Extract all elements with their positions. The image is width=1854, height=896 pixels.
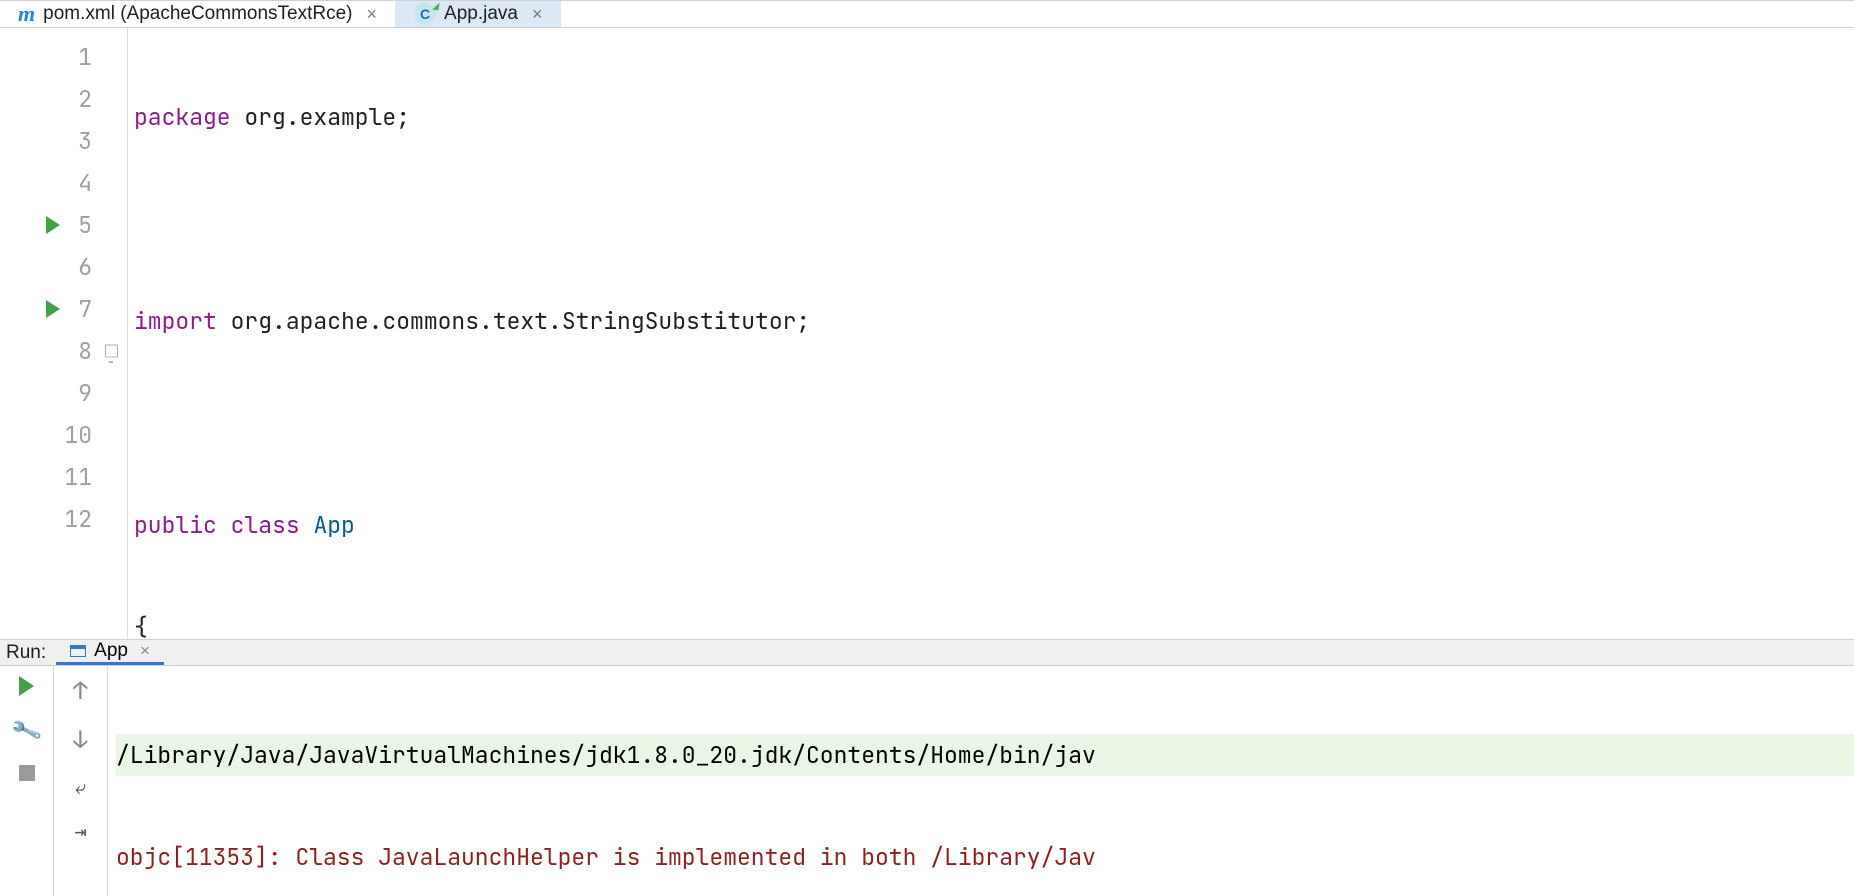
line-gutter: 1 2 3 4 5 6 7 8 9 10 11 12 (0, 28, 110, 639)
run-gutter-icon[interactable] (46, 300, 60, 318)
line-number: 8 (78, 330, 92, 372)
tab-label: App.java (444, 3, 518, 25)
tab-pom[interactable]: m pom.xml (ApacheCommonsTextRce) × (0, 1, 396, 27)
close-icon[interactable]: × (367, 4, 378, 25)
line-number: 6 (78, 246, 92, 288)
run-gutter-icon[interactable] (46, 216, 60, 234)
run-toolbar-secondary: ↑ ↓ ⤶ ⇥ (54, 666, 108, 896)
line-number: 10 (64, 414, 92, 456)
line-number: 4 (78, 162, 92, 204)
line-number: 1 (78, 36, 92, 78)
code-area[interactable]: package org.example; import org.apache.c… (128, 28, 1854, 639)
line-number: 9 (78, 372, 92, 414)
console-line: objc[11353]: Class JavaLaunchHelper is i… (116, 836, 1854, 878)
maven-icon: m (18, 1, 35, 27)
run-tab-app[interactable]: App × (56, 640, 164, 665)
line-number: 3 (78, 120, 92, 162)
line-number: 12 (64, 498, 92, 540)
console-line: /Library/Java/JavaVirtualMachines/jdk1.8… (116, 734, 1854, 776)
code-text: { (134, 612, 148, 639)
close-icon[interactable]: × (140, 641, 150, 661)
line-number: 7 (78, 288, 92, 330)
code-text: org.apache.commons.text.StringSubstituto… (217, 306, 810, 336)
keyword: class (231, 510, 300, 540)
run-tab-label: App (94, 640, 128, 662)
run-toolbar-primary: 🔧 (0, 666, 54, 896)
window-icon (70, 645, 86, 657)
editor-tabs: m pom.xml (ApacheCommonsTextRce) × C App… (0, 1, 1854, 28)
class-name: App (313, 510, 354, 540)
keyword: package (134, 102, 231, 132)
tab-app[interactable]: C App.java × (396, 1, 561, 27)
up-arrow-icon[interactable]: ↑ (73, 676, 87, 707)
line-number: 5 (78, 204, 92, 246)
run-tool-header: Run: App × (0, 639, 1854, 666)
fold-icon[interactable] (105, 345, 118, 358)
tab-label: pom.xml (ApacheCommonsTextRce) (43, 3, 352, 25)
line-number: 11 (64, 456, 92, 498)
line-number: 2 (78, 78, 92, 120)
rerun-icon[interactable] (19, 676, 34, 696)
java-class-icon: C (414, 3, 436, 25)
keyword: public (134, 510, 217, 540)
close-icon[interactable]: × (532, 4, 543, 25)
scroll-to-end-icon[interactable]: ⇥ (74, 818, 86, 844)
code-text: org.example; (231, 102, 410, 132)
soft-wrap-icon[interactable]: ⤶ (75, 774, 86, 800)
down-arrow-icon[interactable]: ↓ (73, 725, 87, 756)
wrench-icon[interactable]: 🔧 (9, 712, 45, 749)
stop-icon[interactable] (19, 765, 35, 781)
console-output[interactable]: /Library/Java/JavaVirtualMachines/jdk1.8… (108, 666, 1854, 896)
keyword: import (134, 306, 217, 336)
run-tool-window: 🔧 ↑ ↓ ⤶ ⇥ /Library/Java/JavaVirtualMachi… (0, 666, 1854, 896)
run-label: Run: (0, 642, 56, 664)
code-editor[interactable]: 1 2 3 4 5 6 7 8 9 10 11 12 package org.e… (0, 28, 1854, 639)
